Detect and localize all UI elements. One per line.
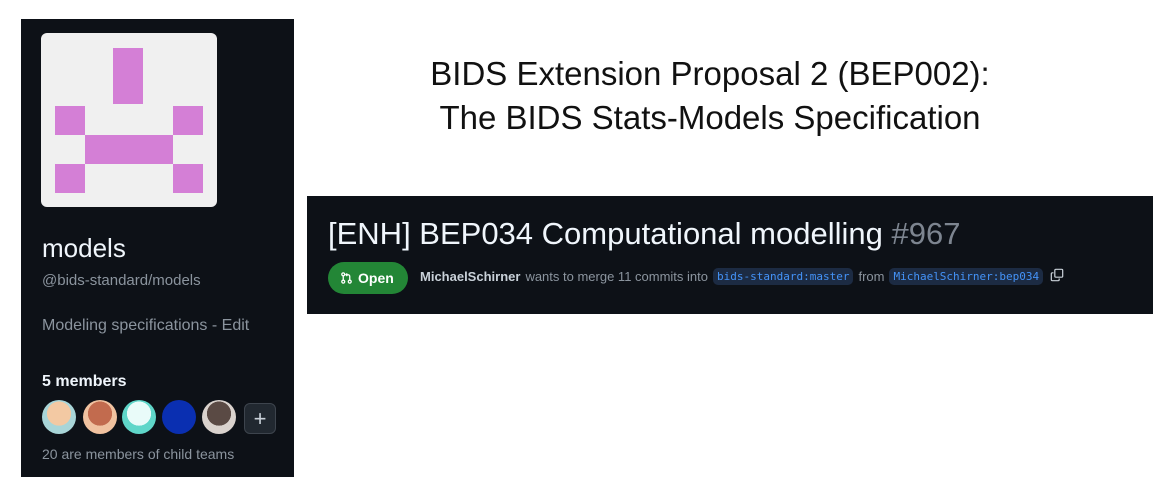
pr-from-text: from: [858, 269, 885, 284]
team-description-text: Modeling specifications: [42, 317, 208, 334]
base-branch-link[interactable]: bids-standard:master: [713, 268, 854, 285]
pr-author-link[interactable]: MichaelSchirner: [420, 269, 520, 284]
git-pull-request-icon: [340, 271, 353, 285]
head-branch-link[interactable]: MichaelSchirner:bep034: [889, 268, 1044, 285]
identicon-block: [55, 106, 85, 135]
identicon-block: [55, 164, 85, 193]
identicon-block: [113, 48, 143, 104]
members-heading[interactable]: 5 members: [42, 373, 127, 391]
member-avatar[interactable]: [122, 400, 156, 434]
pr-number: #967: [891, 216, 961, 251]
pr-state-label: Open: [358, 270, 394, 286]
pr-title: [ENH] BEP034 Computational modelling #96…: [328, 216, 960, 252]
identicon-block: [173, 106, 203, 135]
team-name[interactable]: models: [42, 233, 126, 264]
team-description: Modeling specifications - Edit: [42, 317, 249, 335]
team-handle: @bids-standard/models: [42, 272, 201, 289]
team-identicon: [41, 33, 217, 207]
identicon-block: [85, 135, 173, 164]
pr-state-badge: Open: [328, 262, 408, 294]
pr-action-text: wants to merge 11 commits into: [525, 269, 708, 284]
bep-title: BIDS Extension Proposal 2 (BEP002): The …: [330, 52, 1090, 140]
identicon-block: [173, 164, 203, 193]
member-avatar[interactable]: [83, 400, 117, 434]
child-teams-text[interactable]: 20 are members of child teams: [42, 446, 234, 462]
pr-meta: MichaelSchirner wants to merge 11 commit…: [420, 268, 1064, 285]
pr-title-text: [ENH] BEP034 Computational modelling: [328, 216, 883, 251]
add-member-button[interactable]: +: [244, 403, 276, 434]
bep-title-line-1: BIDS Extension Proposal 2 (BEP002):: [430, 55, 990, 92]
pull-request-header: [ENH] BEP034 Computational modelling #96…: [307, 196, 1153, 314]
member-avatar[interactable]: [202, 400, 236, 434]
copy-icon[interactable]: [1050, 268, 1064, 285]
bep-title-line-2: The BIDS Stats-Models Specification: [439, 99, 981, 136]
member-avatar[interactable]: [162, 400, 196, 434]
team-card: models @bids-standard/models Modeling sp…: [21, 19, 294, 477]
team-description-separator: -: [207, 317, 222, 334]
edit-description-link[interactable]: Edit: [222, 317, 250, 334]
member-avatar[interactable]: [42, 400, 76, 434]
